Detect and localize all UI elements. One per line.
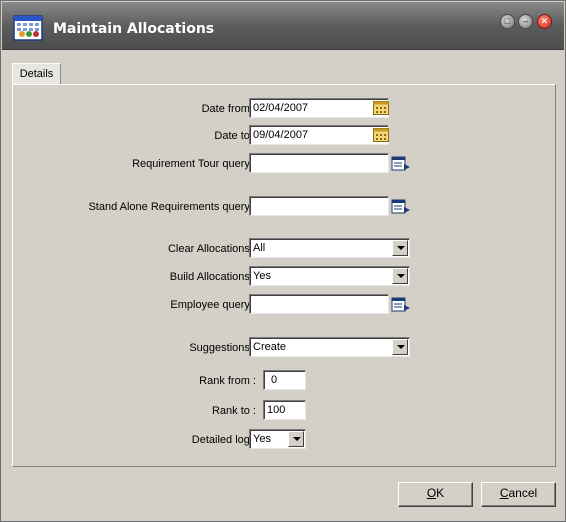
date-from-label: Date from :: [201, 103, 256, 115]
calendar-icon[interactable]: [373, 101, 389, 115]
query-lookup-icon[interactable]: [391, 198, 411, 216]
ok-mnemonic: O: [426, 486, 437, 500]
cancel-button[interactable]: Cancel: [481, 482, 556, 507]
rank-from-input[interactable]: 0: [263, 370, 306, 390]
close-button[interactable]: ✕: [537, 14, 552, 29]
date-from-input[interactable]: 02/04/2007: [249, 98, 389, 118]
calendar-icon[interactable]: [373, 128, 389, 142]
detailed-log-value: Yes: [253, 433, 271, 445]
dropdown-arrow-icon[interactable]: [392, 240, 408, 256]
detailed-log-label: Detailed log :: [191, 434, 256, 446]
stand-alone-requirements-query-input[interactable]: [249, 196, 389, 216]
rank-to-input[interactable]: 100: [263, 400, 306, 420]
suggestions-label: Suggestions :: [189, 342, 256, 354]
date-to-input[interactable]: 09/04/2007: [249, 125, 389, 145]
build-allocations-label: Build Allocations :: [169, 271, 256, 283]
calendar-people-icon: [13, 15, 43, 41]
requirement-tour-query-input[interactable]: [249, 153, 389, 173]
date-to-label: Date to :: [214, 130, 256, 142]
dropdown-arrow-icon[interactable]: [392, 268, 408, 284]
suggestions-value: Create: [253, 341, 287, 353]
build-allocations-select[interactable]: Yes: [249, 266, 410, 286]
clear-allocations-select[interactable]: All: [249, 238, 410, 258]
employee-query-label: Employee query :: [170, 299, 256, 311]
clear-allocations-label: Clear Allocations :: [167, 243, 256, 255]
minimize-button[interactable]: –: [518, 14, 533, 29]
employee-query-input[interactable]: [249, 294, 389, 314]
window-title: Maintain Allocations: [53, 21, 215, 37]
clear-allocations-value: All: [253, 242, 266, 254]
tab-details[interactable]: Details: [12, 63, 61, 85]
detailed-log-select[interactable]: Yes: [249, 429, 306, 449]
suggestions-select[interactable]: Create: [249, 337, 410, 357]
restore-button[interactable]: □: [500, 14, 515, 29]
query-lookup-icon[interactable]: [391, 296, 411, 314]
dialog-window: Maintain Allocations □ – ✕ Details Date …: [0, 0, 566, 522]
title-bar[interactable]: Maintain Allocations □ – ✕: [2, 2, 564, 50]
stand-alone-requirements-query-label: Stand Alone Requirements query :: [88, 201, 256, 213]
rank-from-label: Rank from :: [199, 375, 256, 387]
details-panel: Date from : 02/04/2007 Date to : 09/04/2…: [12, 84, 556, 467]
rank-to-label: Rank to :: [211, 405, 256, 417]
requirement-tour-query-label: Requirement Tour query :: [132, 158, 256, 170]
ok-button[interactable]: OK: [398, 482, 473, 507]
cancel-label-rest: ancel: [508, 486, 538, 500]
ok-label-rest: K: [436, 486, 445, 500]
build-allocations-value: Yes: [253, 270, 271, 282]
dropdown-arrow-icon[interactable]: [288, 431, 304, 447]
dropdown-arrow-icon[interactable]: [392, 339, 408, 355]
query-lookup-icon[interactable]: [391, 155, 411, 173]
